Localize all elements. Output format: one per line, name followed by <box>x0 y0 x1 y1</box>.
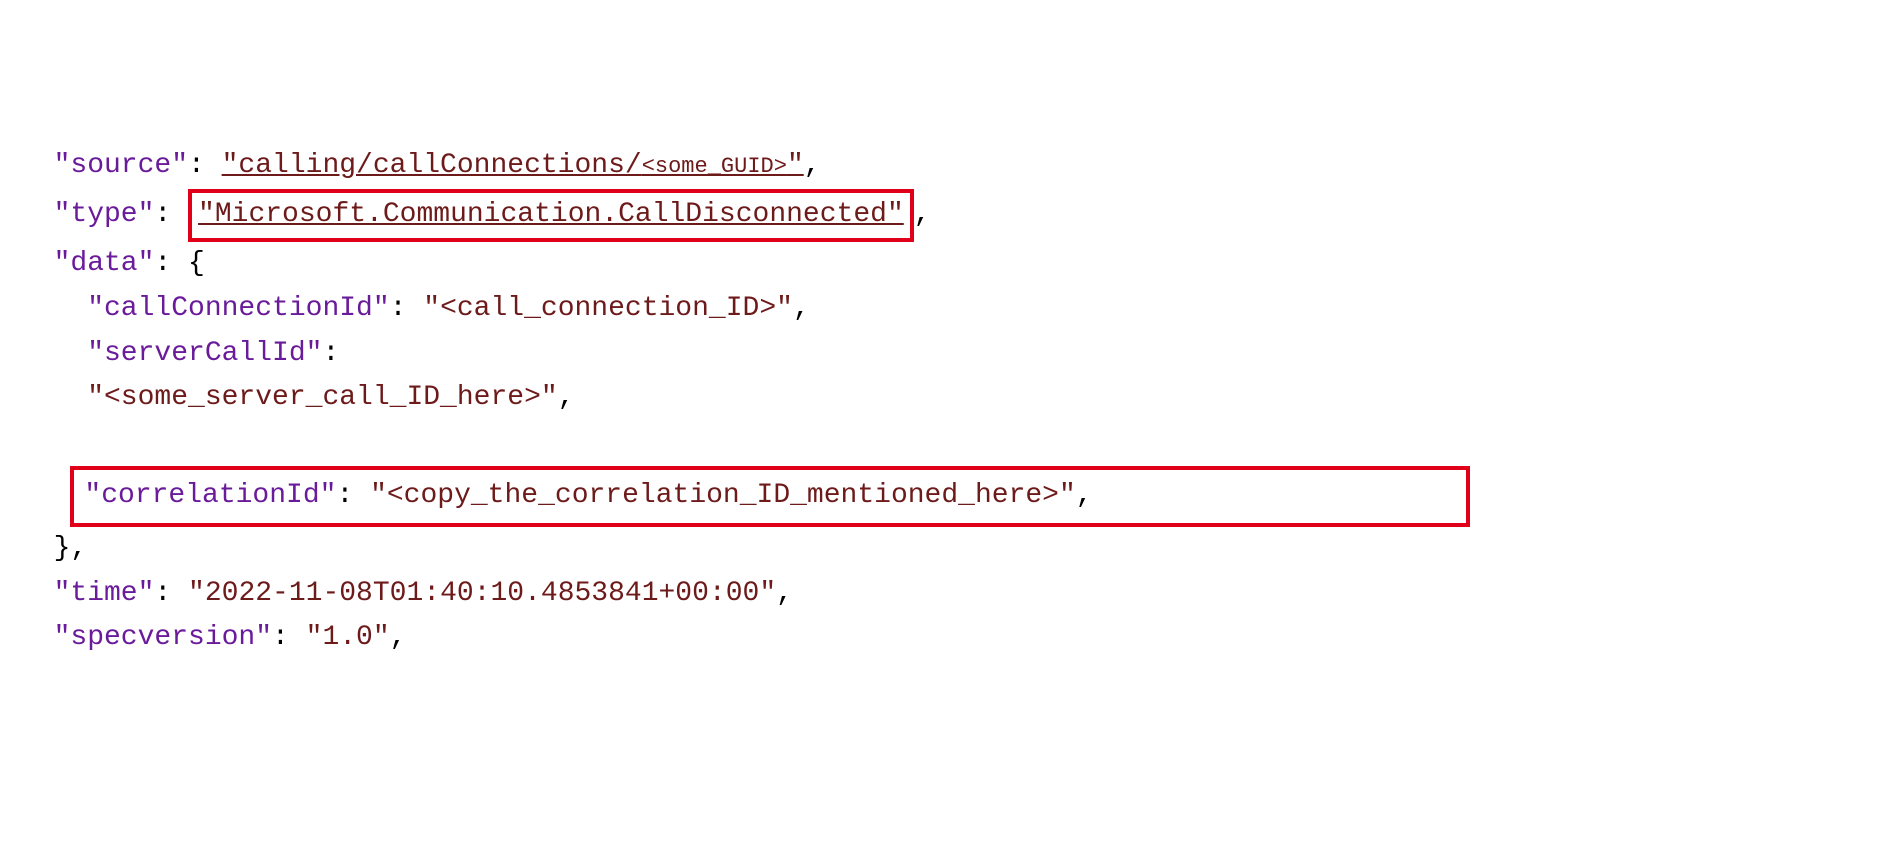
comma: , <box>70 533 87 564</box>
highlight-box-correlationid: "correlationId": "<copy_the_correlation_… <box>70 466 1470 527</box>
json-value-time: "2022-11-08T01:40:10.4853841+00:00" <box>188 578 776 609</box>
comma: , <box>804 150 821 181</box>
json-value-specversion: "1.0" <box>306 622 390 653</box>
colon: : <box>390 293 424 324</box>
highlight-box-type: "Microsoft.Communication.CallDisconnecte… <box>188 189 914 242</box>
json-value-callconnectionid: "<call_connection_ID>" <box>423 293 793 324</box>
json-value-correlationid: "<copy_the_correlation_ID_mentioned_here… <box>370 480 1076 511</box>
colon: : <box>188 150 222 181</box>
json-key-data: "data" <box>54 248 155 279</box>
json-value-source-placeholder: <some_GUID> <box>642 154 787 179</box>
colon: : <box>272 622 306 653</box>
json-key-correlationid: "correlationId" <box>84 480 336 511</box>
colon: : <box>336 480 370 511</box>
brace-close: } <box>54 533 71 564</box>
colon: : <box>322 338 339 369</box>
code-block: "source": "calling/callConnections/<some… <box>20 144 1869 661</box>
json-value-type: "Microsoft.Communication.CallDisconnecte… <box>198 199 904 230</box>
json-key-source: "source" <box>54 150 188 181</box>
json-key-servercallid: "serverCallId" <box>87 338 322 369</box>
comma: , <box>558 382 575 413</box>
json-key-specversion: "specversion" <box>54 622 272 653</box>
json-key-type: "type" <box>54 199 155 230</box>
comma: , <box>793 293 810 324</box>
comma: , <box>1076 480 1093 511</box>
colon: : <box>154 199 188 230</box>
space <box>54 480 71 511</box>
brace-open: { <box>188 248 205 279</box>
json-key-callconnectionid: "callConnectionId" <box>87 293 389 324</box>
colon: : <box>154 578 188 609</box>
comma: , <box>390 622 407 653</box>
json-key-time: "time" <box>54 578 155 609</box>
json-value-source-prefix: "calling/callConnections/ <box>222 150 642 181</box>
comma: , <box>914 199 931 230</box>
json-value-servercallid: "<some_server_call_ID_here>" <box>87 382 557 413</box>
comma: , <box>776 578 793 609</box>
json-value-source-suffix: " <box>787 150 804 181</box>
colon: : <box>154 248 188 279</box>
